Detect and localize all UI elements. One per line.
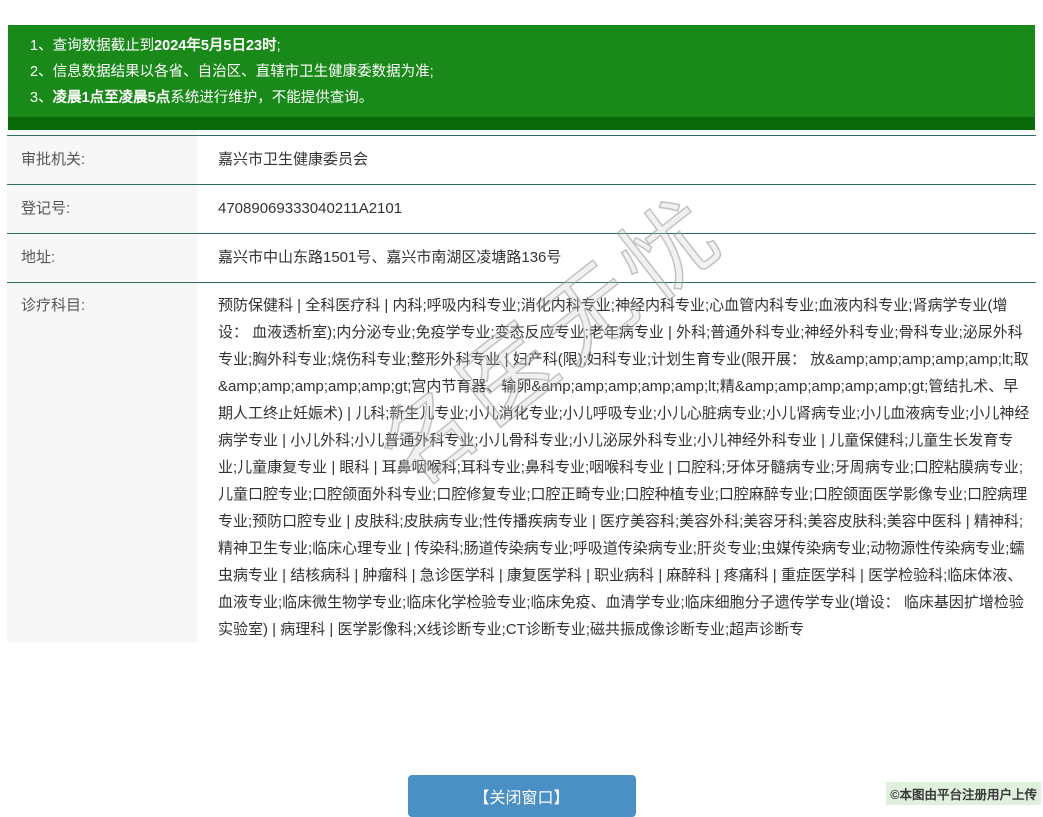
notice-text: ; xyxy=(277,38,281,54)
details-table: 省份: 浙江省 审批机关: 嘉兴市卫生健康委员会 登记号: 4708906933… xyxy=(7,87,1036,643)
field-label-registration-number: 登记号: xyxy=(7,185,197,233)
notice-number: 1、 xyxy=(30,38,53,54)
close-window-button[interactable]: 【关闭窗口】 xyxy=(408,775,636,817)
notice-text-bold: 2024年5月5日23时 xyxy=(154,38,277,54)
notice-number: 3、 xyxy=(30,90,53,106)
field-value-approval-authority: 嘉兴市卫生健康委员会 xyxy=(197,136,1036,184)
field-label-medical-departments: 诊疗科目: xyxy=(7,283,197,643)
field-value-registration-number: 47089069333040211A2101 xyxy=(197,185,1036,233)
notice-text: 查询数据截止到 xyxy=(53,38,155,54)
table-row-address: 地址: 嘉兴市中山东路1501号、嘉兴市南湖区凌塘路136号 xyxy=(7,234,1036,283)
notice-banner: 1、查询数据截止到2024年5月5日23时; 2、信息数据结果以各省、自治区、直… xyxy=(8,25,1035,130)
notice-line-1: 1、查询数据截止到2024年5月5日23时; xyxy=(30,33,1025,59)
table-row-approval-authority: 审批机关: 嘉兴市卫生健康委员会 xyxy=(7,136,1036,185)
field-value-medical-departments: 预防保健科 | 全科医疗科 | 内科;呼吸内科专业;消化内科专业;神经内科专业;… xyxy=(197,283,1036,643)
notice-text-bold: 凌晨1点至凌晨5点 xyxy=(53,90,171,106)
field-label-address: 地址: xyxy=(7,234,197,282)
table-row-registration-number: 登记号: 47089069333040211A2101 xyxy=(7,185,1036,234)
notice-text: 系统进行维护，不能提供查询。 xyxy=(170,90,373,106)
table-row-medical-departments: 诊疗科目: 预防保健科 | 全科医疗科 | 内科;呼吸内科专业;消化内科专业;神… xyxy=(7,283,1036,643)
notice-line-3: 3、凌晨1点至凌晨5点系统进行维护，不能提供查询。 xyxy=(30,85,1025,111)
field-value-address: 嘉兴市中山东路1501号、嘉兴市南湖区凌塘路136号 xyxy=(197,234,1036,282)
notice-line-2: 2、信息数据结果以各省、自治区、直辖市卫生健康委数据为准; xyxy=(30,59,1025,85)
field-label-approval-authority: 审批机关: xyxy=(7,136,197,184)
notice-text: 信息数据结果以各省、自治区、直辖市卫生健康委数据为准 xyxy=(53,64,430,80)
notice-text: ; xyxy=(430,64,434,80)
notice-number: 2、 xyxy=(30,64,53,80)
attribution-label: ©本图由平台注册用户上传 xyxy=(886,782,1041,805)
